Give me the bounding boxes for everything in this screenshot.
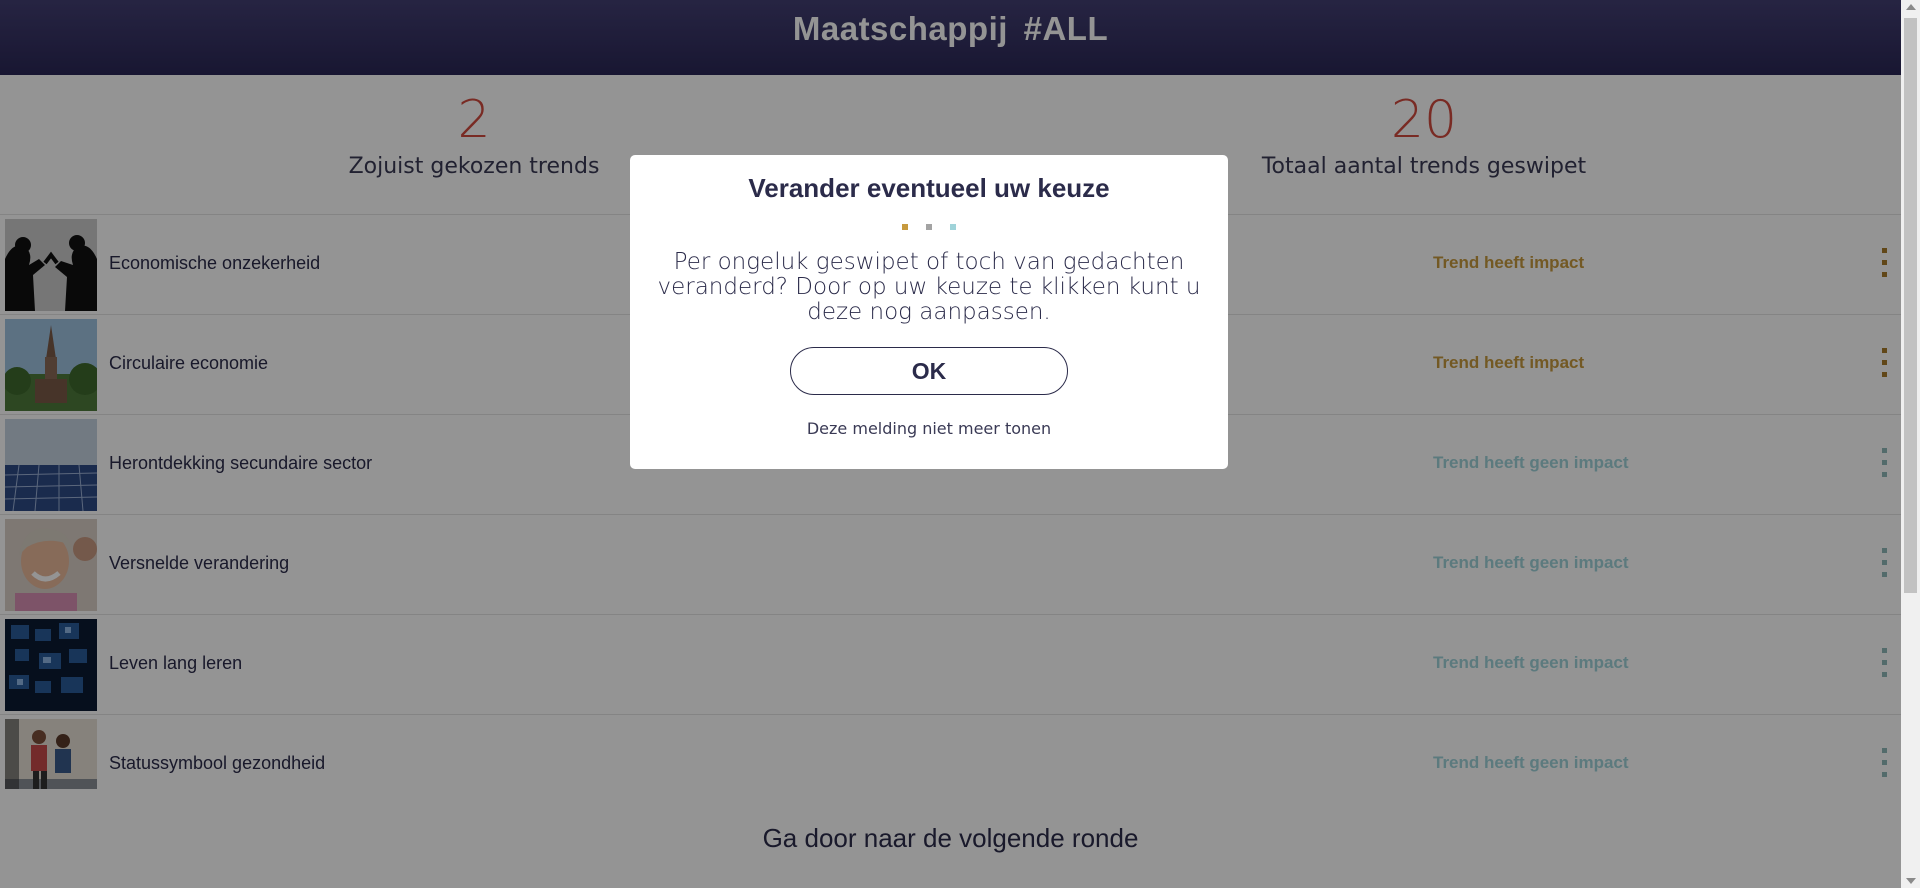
scrollbar[interactable]	[1901, 0, 1920, 888]
scroll-down-arrow-icon[interactable]	[1906, 878, 1916, 884]
change-choice-modal: Verander eventueel uw keuze Per ongeluk …	[630, 155, 1228, 469]
modal-dots-icon	[630, 224, 1228, 230]
modal-title: Verander eventueel uw keuze	[748, 173, 1110, 203]
scrollbar-thumb[interactable]	[1904, 18, 1917, 593]
dont-show-again-link[interactable]: Deze melding niet meer tonen	[630, 419, 1228, 438]
scroll-up-arrow-icon[interactable]	[1906, 4, 1916, 10]
modal-message: Per ongeluk geswipet of toch van gedacht…	[657, 249, 1201, 325]
ok-button[interactable]: OK	[790, 347, 1068, 395]
